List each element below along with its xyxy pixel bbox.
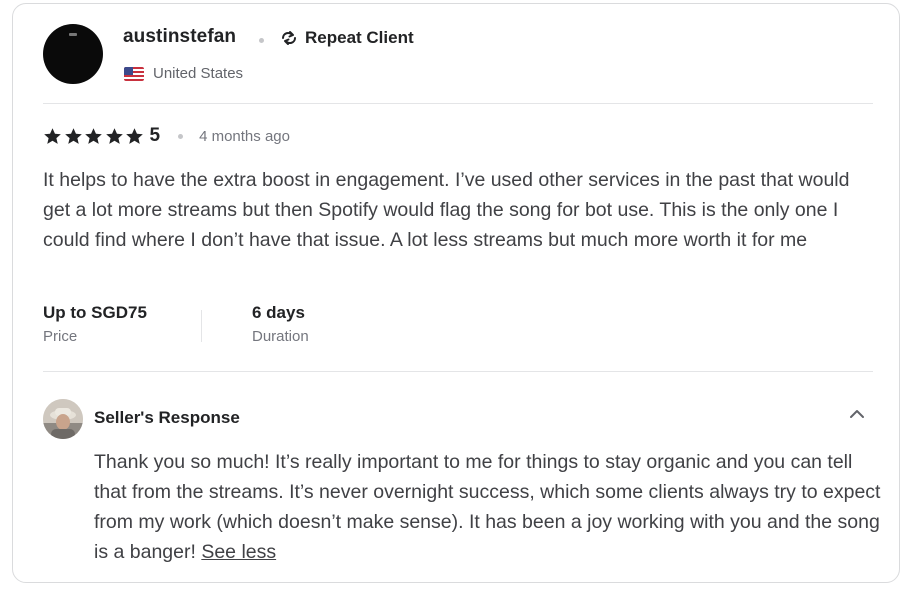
duration-value: 6 days [252,303,305,322]
price-label: Price [43,328,78,345]
meta-divider [201,310,202,342]
review-time: 4 months ago [199,127,290,145]
star-icon [44,127,61,144]
review-header: austinstefan Repeat Client United States [43,24,873,104]
separator-dot [259,38,264,43]
rating-row: 5 4 months ago [43,124,290,148]
response-divider [43,371,873,372]
repeat-client-label: Repeat Client [305,28,414,47]
repeat-client-badge: Repeat Client [279,28,414,48]
price-value: Up to SGD75 [43,303,147,322]
seller-avatar[interactable] [43,399,83,439]
duration-label: Duration [252,328,309,345]
star-icon [126,127,143,144]
header-divider [43,103,873,104]
see-less-link[interactable]: See less [201,541,276,563]
rating-number: 5 [149,125,161,146]
seller-response-title: Seller's Response [94,408,240,427]
reviewer-country: United States [153,65,244,82]
chevron-up-icon[interactable] [847,404,867,424]
reviewer-username[interactable]: austinstefan [123,26,236,48]
duration-block: 6 days Duration [252,302,412,345]
price-block: Up to SGD75 Price [43,302,203,345]
separator-dot [178,133,184,139]
review-card: austinstefan Repeat Client United States [12,3,900,583]
seller-response-body: Thank you so much! It’s really important… [94,447,884,567]
reviewer-avatar[interactable] [43,24,103,84]
star-icon [85,127,102,144]
us-flag-icon [124,67,144,81]
review-body: It helps to have the extra boost in enga… [43,169,850,251]
repeat-icon [282,31,296,45]
star-icon [105,127,123,144]
star-rating [43,127,146,146]
star-icon [64,127,82,144]
